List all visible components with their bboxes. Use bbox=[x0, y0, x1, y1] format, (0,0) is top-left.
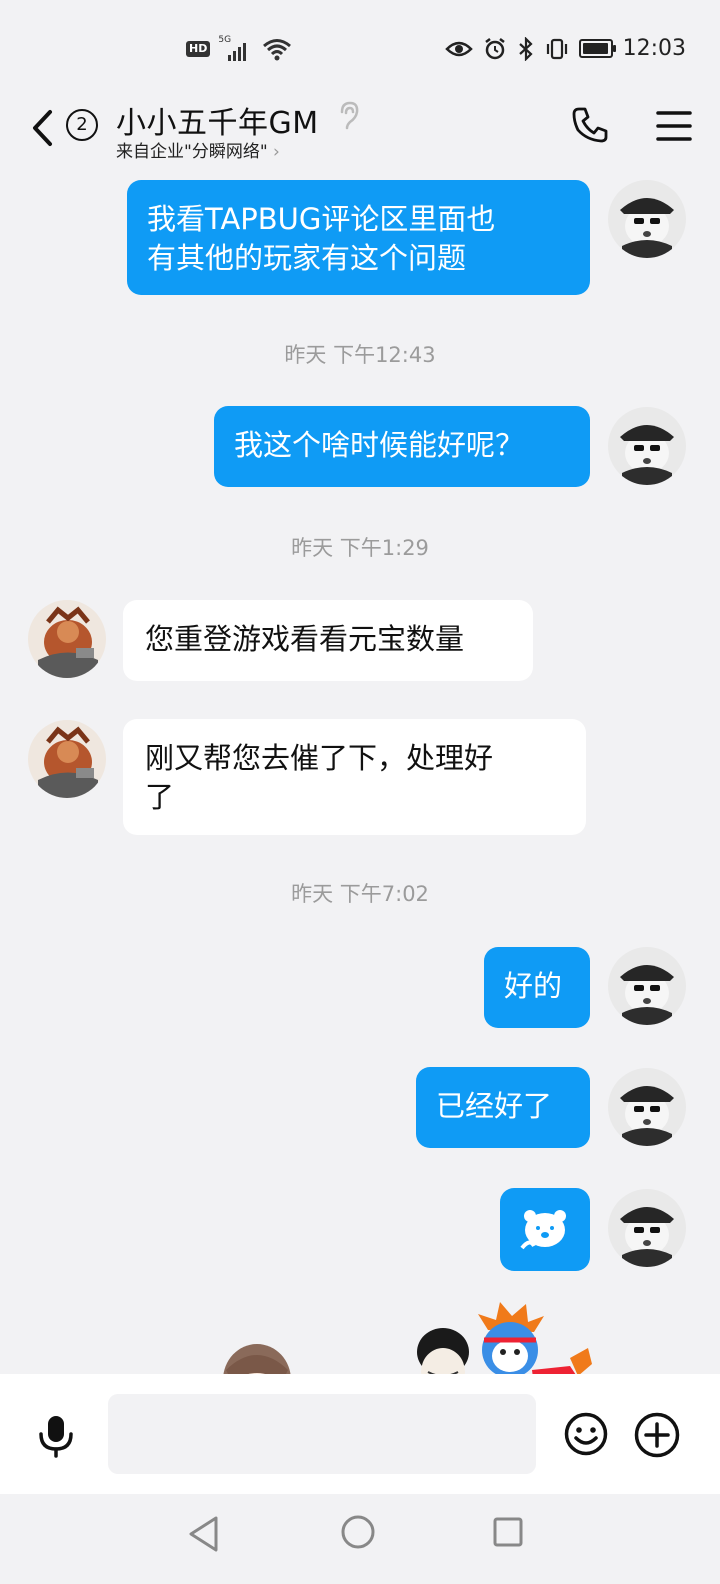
message-list[interactable]: 我看TAPBUG评论区里面也 有其他的玩家有这个问题 昨天 下午12:43 我这… bbox=[0, 162, 720, 1374]
outgoing-message-bubble[interactable]: 已经好了 bbox=[416, 1067, 590, 1148]
status-left: HD 5G bbox=[186, 35, 292, 61]
bluetooth-icon bbox=[518, 36, 533, 61]
wifi-icon bbox=[263, 39, 292, 61]
phone-icon[interactable] bbox=[571, 106, 609, 144]
message-text-line: 有其他的玩家有这个问题 bbox=[147, 241, 467, 275]
bear-sticker-icon bbox=[520, 1210, 566, 1250]
signal-icon: 5G bbox=[218, 35, 254, 61]
battery-icon bbox=[578, 39, 616, 58]
chat-subtitle[interactable]: 来自企业"分瞬网络" › bbox=[116, 137, 280, 162]
chat-header: 2 小小五千年GM 来自企业"分瞬网络" › bbox=[0, 100, 720, 162]
message-text-line: 我这个啥时候能好呢？ bbox=[234, 428, 525, 462]
gm-avatar[interactable] bbox=[28, 600, 106, 678]
ear-icon[interactable] bbox=[336, 100, 360, 132]
message-text-line: 好的 bbox=[504, 969, 563, 1003]
subtitle-chevron-icon: › bbox=[273, 142, 280, 162]
message-text-line: 刚又帮您去催了下，处理好 bbox=[145, 741, 494, 775]
hd-badge: HD bbox=[186, 41, 211, 57]
microphone-icon[interactable] bbox=[36, 1414, 76, 1458]
nav-home-icon[interactable] bbox=[340, 1514, 376, 1550]
chevron-left-icon[interactable] bbox=[28, 108, 58, 148]
outgoing-message-bubble[interactable]: 好的 bbox=[484, 947, 590, 1028]
user-avatar[interactable] bbox=[608, 1189, 686, 1267]
incoming-message-bubble[interactable]: 您重登游戏看看元宝数量 bbox=[123, 600, 533, 681]
status-bar: HD 5G 12:03 bbox=[0, 0, 720, 100]
gm-avatar[interactable] bbox=[28, 720, 106, 798]
unread-count-badge[interactable]: 2 bbox=[66, 109, 98, 141]
system-nav-bar bbox=[0, 1494, 720, 1584]
company-label: 来自企业"分瞬网络" bbox=[116, 142, 268, 162]
plus-circle-icon[interactable] bbox=[634, 1412, 680, 1458]
message-text-line: 了 bbox=[145, 780, 175, 814]
outgoing-message-bubble[interactable]: 我看TAPBUG评论区里面也 有其他的玩家有这个问题 bbox=[127, 180, 590, 295]
message-text-line: 我看TAPBUG评论区里面也 bbox=[147, 202, 496, 236]
vibrate-icon bbox=[546, 38, 567, 59]
outgoing-message-bubble[interactable]: 我这个啥时候能好呢？ bbox=[214, 406, 590, 487]
user-avatar[interactable] bbox=[608, 180, 686, 258]
timestamp: 昨天 下午12:43 bbox=[284, 343, 436, 367]
user-avatar[interactable] bbox=[608, 1068, 686, 1146]
nav-recent-apps-icon[interactable] bbox=[492, 1516, 524, 1548]
alarm-icon bbox=[484, 37, 505, 59]
user-avatar[interactable] bbox=[608, 407, 686, 485]
timestamp: 昨天 下午7:02 bbox=[291, 882, 429, 906]
timestamp: 昨天 下午1:29 bbox=[291, 536, 429, 560]
message-text-line: 您重登游戏看看元宝数量 bbox=[145, 622, 465, 656]
message-text-line: 已经好了 bbox=[436, 1089, 553, 1123]
input-bar bbox=[0, 1374, 720, 1494]
incoming-message-bubble[interactable]: 刚又帮您去催了下，处理好 了 bbox=[123, 719, 586, 835]
status-right: 12:03 bbox=[444, 36, 686, 61]
clock: 12:03 bbox=[622, 36, 686, 61]
user-avatar[interactable] bbox=[608, 947, 686, 1025]
emoji-icon[interactable] bbox=[564, 1412, 608, 1456]
eye-icon bbox=[444, 41, 473, 56]
outgoing-sticker-bubble[interactable] bbox=[500, 1188, 590, 1271]
message-input[interactable] bbox=[108, 1394, 536, 1474]
nav-back-icon[interactable] bbox=[186, 1514, 222, 1554]
menu-icon[interactable] bbox=[656, 110, 692, 142]
chat-title: 小小五千年GM bbox=[116, 106, 319, 141]
